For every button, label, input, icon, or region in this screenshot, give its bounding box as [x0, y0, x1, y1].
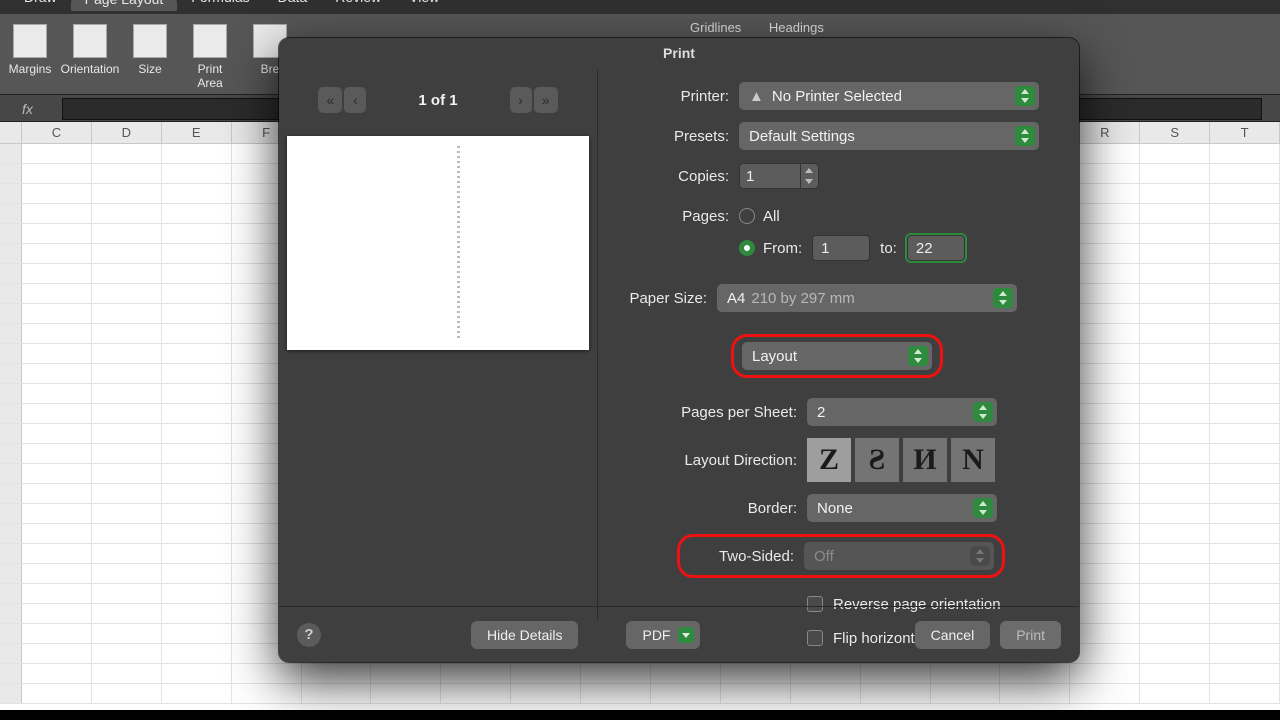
- fx-label: fx: [22, 101, 33, 117]
- pps-label: Pages per Sheet:: [609, 404, 807, 421]
- section-select[interactable]: Layout: [742, 342, 932, 370]
- ribbon-print-area[interactable]: Print Area: [180, 20, 240, 90]
- copies-input[interactable]: [739, 163, 801, 189]
- pdf-menu-button[interactable]: PDF: [626, 621, 700, 649]
- preview-pane: « ‹ 1 of 1 › »: [279, 76, 597, 616]
- next-page-button[interactable]: ›: [510, 87, 532, 113]
- printer-label: Printer:: [609, 88, 739, 105]
- tab-draw[interactable]: Draw: [10, 0, 71, 11]
- warning-icon: ▲: [749, 88, 764, 105]
- prev-page-button[interactable]: ‹: [344, 87, 366, 113]
- two-sided-select: Off: [804, 542, 994, 570]
- layout-dir-label: Layout Direction:: [609, 452, 807, 469]
- pages-from-input[interactable]: [812, 235, 870, 261]
- gridlines-label: Gridlines: [690, 20, 741, 35]
- print-options-form: Printer: ▲ No Printer Selected Presets: …: [609, 82, 1065, 664]
- dialog-bottom-bar: ? Hide Details PDF Cancel Print: [279, 606, 1079, 662]
- paper-size-select[interactable]: A4210 by 297 mm: [717, 284, 1017, 312]
- print-button[interactable]: Print: [1000, 621, 1061, 649]
- presets-label: Presets:: [609, 128, 739, 145]
- help-button[interactable]: ?: [297, 623, 321, 647]
- layout-dir-z[interactable]: Z: [807, 438, 851, 482]
- pages-label: Pages:: [609, 208, 739, 225]
- border-label: Border:: [609, 500, 807, 517]
- from-label: From:: [763, 240, 802, 257]
- pages-all-radio[interactable]: [739, 208, 755, 224]
- ribbon-orientation[interactable]: Orientation: [60, 20, 120, 76]
- layout-dir-n2[interactable]: N: [951, 438, 995, 482]
- headings-label: Headings: [769, 20, 824, 35]
- pages-range-radio[interactable]: [739, 240, 755, 256]
- chevron-down-icon: [678, 627, 694, 643]
- print-dialog: Print « ‹ 1 of 1 › » Printer: ▲ No Print…: [279, 38, 1079, 662]
- two-sided-label: Two-Sided:: [688, 548, 804, 565]
- ribbon-tab-strip: Draw Page Layout Formulas Data Review Vi…: [0, 0, 1280, 14]
- two-sided-highlight: Two-Sided: Off: [677, 534, 1005, 578]
- layout-dir-n1[interactable]: И: [903, 438, 947, 482]
- copies-label: Copies:: [609, 168, 739, 185]
- ribbon-size[interactable]: Size: [120, 20, 180, 76]
- ribbon-margins[interactable]: Margins: [0, 20, 60, 76]
- last-page-button[interactable]: »: [534, 87, 558, 113]
- tab-data[interactable]: Data: [264, 0, 322, 11]
- pages-per-sheet-select[interactable]: 2: [807, 398, 997, 426]
- presets-select[interactable]: Default Settings: [739, 122, 1039, 150]
- tab-view[interactable]: View: [395, 0, 453, 11]
- layout-dir-s[interactable]: Ƨ: [855, 438, 899, 482]
- layout-highlight: Layout: [731, 334, 943, 378]
- border-select[interactable]: None: [807, 494, 997, 522]
- cancel-button[interactable]: Cancel: [915, 621, 991, 649]
- dialog-title: Print: [279, 38, 1079, 68]
- tab-formulas[interactable]: Formulas: [177, 0, 263, 11]
- page-indicator: 1 of 1: [418, 92, 457, 109]
- tab-page-layout[interactable]: Page Layout: [71, 0, 178, 11]
- preview-page: [287, 136, 589, 350]
- copies-stepper[interactable]: [739, 163, 819, 189]
- paper-size-label: Paper Size:: [609, 290, 717, 307]
- to-label: to:: [880, 240, 897, 257]
- tab-review[interactable]: Review: [321, 0, 395, 11]
- hide-details-button[interactable]: Hide Details: [471, 621, 578, 649]
- pages-all-label: All: [763, 208, 780, 225]
- printer-select[interactable]: ▲ No Printer Selected: [739, 82, 1039, 110]
- pages-to-input[interactable]: [907, 235, 965, 261]
- layout-direction-group: Z Ƨ И N: [807, 438, 995, 482]
- first-page-button[interactable]: «: [318, 87, 342, 113]
